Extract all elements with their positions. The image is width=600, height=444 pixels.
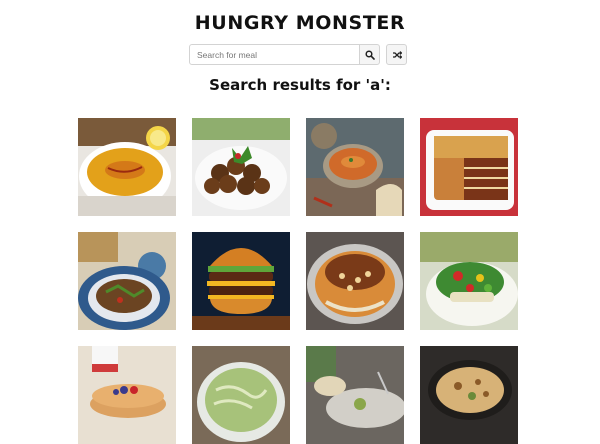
search-results-heading: Search results for 'a': (209, 76, 391, 94)
search-input[interactable] (189, 44, 360, 65)
meal-image (78, 232, 176, 330)
meal-image (306, 118, 404, 216)
meal-image (192, 232, 290, 330)
meal-card-koshari[interactable] (306, 232, 404, 330)
meal-card-curry[interactable] (306, 118, 404, 216)
search-icon (364, 49, 375, 60)
random-meal-button[interactable] (386, 44, 407, 65)
meal-image (78, 118, 176, 216)
meal-card-burger[interactable] (192, 232, 290, 330)
meal-image (306, 346, 404, 444)
meal-card-gratin[interactable] (420, 346, 518, 444)
meal-card-pasta-bowl[interactable] (192, 346, 290, 444)
meal-card-lentil-soup[interactable] (78, 118, 176, 216)
meal-card-platter[interactable] (306, 346, 404, 444)
meal-card-salad-plate[interactable] (78, 232, 176, 330)
meal-image (420, 118, 518, 216)
meal-image (420, 232, 518, 330)
meal-image (420, 346, 518, 444)
meal-image (78, 346, 176, 444)
meal-card-pancakes[interactable] (78, 346, 176, 444)
page-title: HUNGRY MONSTER (194, 12, 406, 34)
meal-card-lasagne[interactable] (420, 118, 518, 216)
meal-image (192, 346, 290, 444)
search-button[interactable] (359, 44, 380, 65)
meal-image (192, 118, 290, 216)
meal-card-green-salad[interactable] (420, 232, 518, 330)
meal-image (306, 232, 404, 330)
meal-card-falafel[interactable] (192, 118, 290, 216)
shuffle-icon (392, 50, 402, 59)
